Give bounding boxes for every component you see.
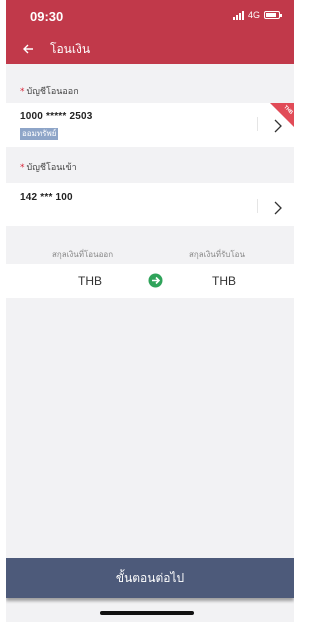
from-currency-label: สกุลเงินที่โอนออก: [52, 250, 114, 259]
currency-row: THB THB: [6, 264, 294, 298]
currency-section: สกุลเงินที่โอนออก สกุลเงินที่รับโอน THB …: [6, 242, 294, 298]
divider: [257, 117, 258, 131]
to-account-label: * บัญชีโอนเข้า: [20, 160, 77, 174]
network-type: 4G: [247, 10, 260, 20]
required-mark: *: [20, 163, 25, 173]
currency-labels: สกุลเงินที่โอนออก สกุลเงินที่รับโอน: [6, 242, 294, 264]
to-currency-label: สกุลเงินที่รับโอน: [189, 250, 245, 259]
chevron-right-icon: [274, 201, 282, 215]
signal-icon: [232, 10, 244, 20]
from-account-label: * บัญชีโอนออก: [20, 84, 79, 98]
from-currency-value[interactable]: THB: [78, 274, 102, 288]
transfer-screen: 09:30 4G โอนเงิน * บัญชีโอนออก 1000 *****…: [6, 0, 294, 622]
to-account-number: 142 *** 100: [20, 192, 73, 203]
from-account-card[interactable]: 1000 ***** 2503 ออมทรัพย์ THB: [6, 103, 294, 147]
status-bar: 09:30 4G: [6, 0, 294, 30]
required-mark: *: [20, 87, 25, 97]
back-arrow-icon[interactable]: [18, 39, 38, 59]
from-account-label-text: บัญชีโอนออก: [26, 87, 79, 97]
header-bar: 09:30 4G โอนเงิน: [6, 0, 294, 64]
status-time: 09:30: [30, 9, 64, 24]
home-indicator: [100, 611, 194, 615]
page-title: โอนเงิน: [50, 41, 91, 56]
from-account-type: ออมทรัพย์: [20, 128, 59, 140]
divider: [257, 199, 258, 213]
to-account-label-text: บัญชีโอนเข้า: [26, 163, 77, 173]
next-step-button[interactable]: ขั้นตอนต่อไป: [6, 558, 294, 598]
status-indicators: 4G: [232, 10, 282, 20]
to-currency-value[interactable]: THB: [212, 274, 236, 288]
battery-icon: [264, 11, 282, 19]
nav-bar: โอนเงิน: [6, 34, 294, 64]
to-account-card[interactable]: 142 *** 100: [6, 183, 294, 226]
from-account-number: 1000 ***** 2503: [20, 111, 93, 122]
swap-arrow-icon[interactable]: [148, 273, 163, 288]
